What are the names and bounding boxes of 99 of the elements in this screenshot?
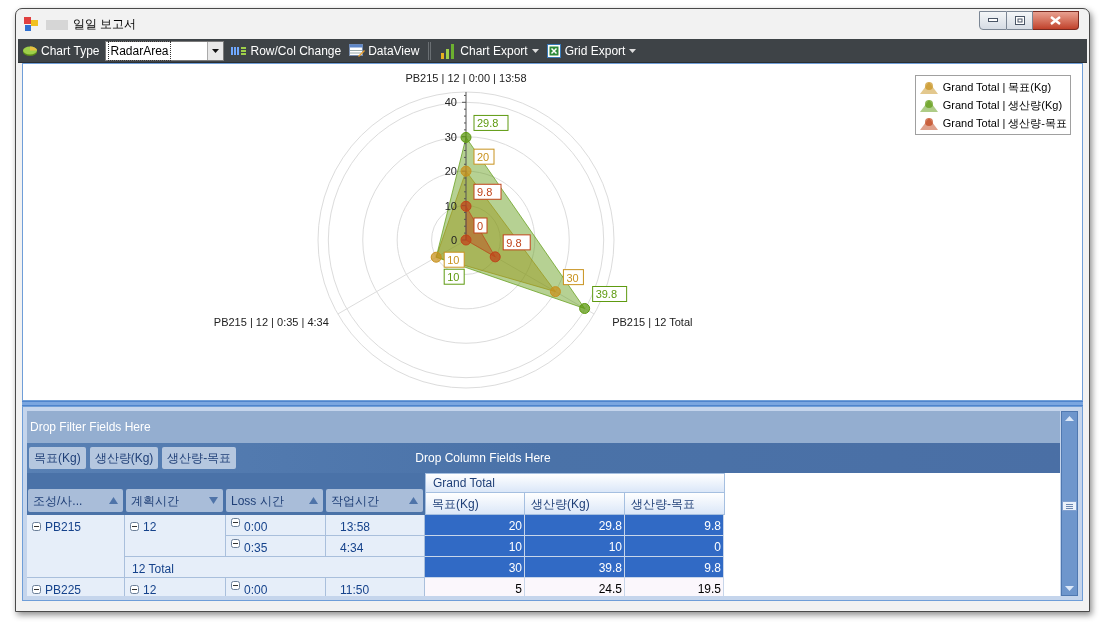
data-label: 0 xyxy=(473,217,488,234)
measure-header-cell[interactable]: 생산량(Kg) xyxy=(525,493,625,515)
value-cell: 19.5 xyxy=(625,578,724,596)
data-point xyxy=(460,234,472,246)
sort-up-icon[interactable] xyxy=(309,497,318,504)
axis-tick-label: 0 xyxy=(450,234,457,246)
collapse-icon[interactable] xyxy=(231,581,240,590)
data-field-button[interactable]: 생산량-목표 xyxy=(162,447,237,469)
value-cell: 10 xyxy=(525,536,625,557)
blurred-text xyxy=(46,20,68,30)
row-header-cell[interactable]: 0:00 xyxy=(226,578,326,596)
data-label: 20 xyxy=(473,148,495,165)
collapse-icon[interactable] xyxy=(130,585,139,594)
value-cell: 9.8 xyxy=(625,557,724,578)
value-cell: 9.8 xyxy=(625,515,724,536)
close-button[interactable] xyxy=(1033,10,1079,30)
axis-tick-label: 20 xyxy=(444,165,457,178)
row-header-cell[interactable]: 0:00 xyxy=(226,515,326,536)
data-field-button[interactable]: 생산량(Kg) xyxy=(89,447,159,469)
pie-chart-icon xyxy=(22,44,38,57)
data-label: 9.8 xyxy=(473,183,502,200)
spreadsheet-icon xyxy=(546,43,561,58)
collapse-icon[interactable] xyxy=(32,585,41,594)
data-label: 9.8 xyxy=(502,234,531,251)
value-cell: 10 xyxy=(425,536,525,557)
column-header-cell[interactable]: Grand Total xyxy=(425,473,725,493)
app-icon xyxy=(24,17,38,31)
toolbar-button[interactable]: DataView xyxy=(348,40,421,61)
data-point xyxy=(430,251,442,263)
sort-down-icon[interactable] xyxy=(209,497,218,504)
collapse-icon[interactable] xyxy=(130,522,139,531)
data-label: 39.8 xyxy=(592,286,628,302)
maximize-button[interactable] xyxy=(1007,10,1033,30)
data-label: 10 xyxy=(443,268,465,285)
value-cell: 5 xyxy=(425,578,525,596)
row-header-cell[interactable]: 12 xyxy=(125,515,226,557)
maximize-icon xyxy=(1014,15,1025,25)
axis-label: PB215 | 12 | 0:00 | 13:58 xyxy=(405,72,527,84)
value-cell: 20 xyxy=(425,515,525,536)
data-point xyxy=(549,286,561,298)
table-edit-icon xyxy=(349,43,366,58)
row-header-cell[interactable]: 0:35 xyxy=(226,536,326,557)
data-point xyxy=(460,131,472,143)
minimize-icon xyxy=(988,18,998,22)
data-point xyxy=(460,165,472,177)
value-cell: 39.8 xyxy=(525,557,625,578)
row-field-button[interactable]: Loss 시간 xyxy=(226,489,323,512)
row-header-cell[interactable]: PB225 xyxy=(27,578,125,596)
value-cell: 0 xyxy=(625,536,724,557)
data-label: 29.8 xyxy=(473,114,509,131)
collapse-icon[interactable] xyxy=(231,539,240,548)
row-header-cell[interactable]: PB215 xyxy=(27,515,125,578)
columns-icon xyxy=(231,45,248,56)
dropdown-arrow-icon xyxy=(212,48,220,53)
scrollbar-thumb[interactable] xyxy=(1062,501,1077,511)
value-cell: 24.5 xyxy=(525,578,625,596)
total-row-header: 12 Total xyxy=(125,557,425,578)
row-header-cell: 13:58 xyxy=(326,515,425,536)
toolbar-menu-button[interactable]: Grid Export xyxy=(545,40,638,61)
axis-tick-label: 40 xyxy=(444,96,457,109)
row-header-cell[interactable]: 12 xyxy=(125,578,226,596)
value-cell: 30 xyxy=(425,557,525,578)
data-label: 10 xyxy=(443,251,465,268)
minimize-button[interactable] xyxy=(979,10,1007,30)
collapse-icon[interactable] xyxy=(32,522,41,531)
legend-label: Grand Total | 목표(Kg) xyxy=(942,79,1052,95)
row-header-cell: 11:50 xyxy=(326,578,425,596)
close-icon xyxy=(1050,15,1061,25)
measure-header-cell[interactable]: 목표(Kg) xyxy=(425,493,525,515)
caret-icon xyxy=(531,48,539,53)
row-header-cell: 4:34 xyxy=(326,536,425,557)
axis-label: PB215 | 12 Total xyxy=(612,316,693,328)
bar-chart-icon xyxy=(440,42,457,59)
chart-type-select[interactable]: RadarArea xyxy=(105,40,225,61)
axis-label: PB215 | 12 | 0:35 | 4:34 xyxy=(213,316,329,328)
measure-header-cell[interactable]: 생산량-목표 xyxy=(625,493,725,515)
sort-up-icon[interactable] xyxy=(109,497,118,504)
legend-label: Grand Total | 생산량(Kg) xyxy=(942,97,1063,113)
data-label: 30 xyxy=(562,269,584,286)
data-field-button[interactable]: 목표(Kg) xyxy=(29,447,86,469)
toolbar-menu-button[interactable]: Chart Export xyxy=(439,40,540,61)
chart-type-label: Chart Type xyxy=(41,42,100,60)
row-field-button[interactable]: 작업시간 xyxy=(326,489,423,512)
vertical-scrollbar[interactable] xyxy=(1061,411,1078,596)
data-point xyxy=(489,251,501,263)
data-point xyxy=(460,200,472,212)
column-area-hint: Drop Column Fields Here xyxy=(415,450,551,467)
row-field-button[interactable]: 조성/사... xyxy=(28,489,123,512)
axis-tick-label: 30 xyxy=(444,130,457,143)
collapse-icon[interactable] xyxy=(231,518,240,527)
caret-icon xyxy=(629,48,637,53)
legend-label: Grand Total | 생산량-목표 xyxy=(942,115,1067,131)
toolbar-button[interactable]: Row/Col Change xyxy=(230,40,343,61)
row-field-button[interactable]: 계획시간 xyxy=(126,489,223,512)
data-point xyxy=(579,303,591,314)
window-title: 일일 보고서 xyxy=(73,16,137,33)
filter-area: Drop Filter Fields Here xyxy=(27,411,1060,443)
sort-up-icon[interactable] xyxy=(409,497,418,504)
value-cell: 29.8 xyxy=(525,515,625,536)
